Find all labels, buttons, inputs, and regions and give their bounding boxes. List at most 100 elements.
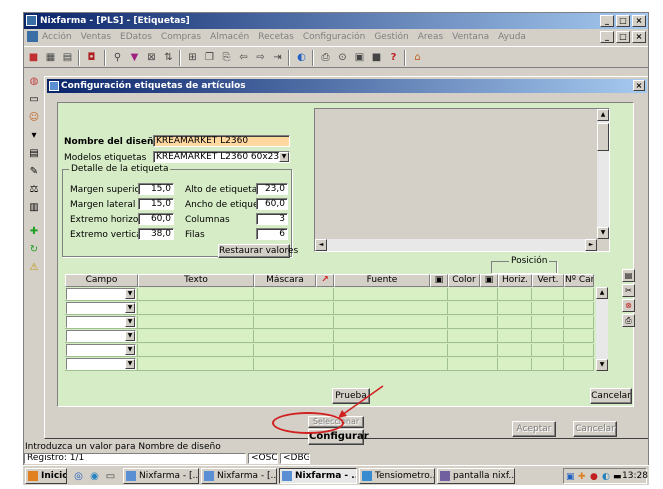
grid-cell[interactable]: [254, 344, 334, 357]
mdi-maximize-button[interactable]: □: [616, 31, 630, 43]
pharmacy-icon[interactable]: ⌂: [410, 50, 425, 65]
alert-icon[interactable]: ●: [590, 470, 598, 484]
grid-cell[interactable]: [334, 288, 448, 301]
task-nixfarma-3[interactable]: Nixfarma - ...: [279, 468, 357, 484]
grid-cell[interactable]: [498, 358, 532, 371]
menu-areas[interactable]: Areas: [418, 29, 443, 45]
grid-cell[interactable]: [532, 316, 564, 329]
calculator-icon[interactable]: ▣: [352, 50, 367, 65]
grid-cell[interactable]: [564, 344, 594, 357]
label-width-input[interactable]: 60,0: [256, 198, 288, 210]
task-pantalla[interactable]: pantalla nixf...: [437, 468, 515, 484]
chevron-down-icon[interactable]: ▼: [125, 359, 135, 369]
grid-cell[interactable]: [532, 344, 564, 357]
menu-configuracion[interactable]: Configuración: [303, 29, 365, 45]
grid-cell[interactable]: [448, 358, 498, 371]
grid-cell[interactable]: [254, 302, 334, 315]
clear-icon[interactable]: ⊠: [144, 50, 159, 65]
grid-cell[interactable]: [138, 316, 254, 329]
grid-cell[interactable]: ▼: [65, 330, 138, 343]
grid-cell[interactable]: ▼: [65, 288, 138, 301]
arrow-left-icon[interactable]: ⇦: [236, 50, 251, 65]
grid-cell[interactable]: ▼: [65, 302, 138, 315]
field-select[interactable]: ▼: [66, 316, 136, 328]
grid-cell[interactable]: [498, 316, 532, 329]
stop-square-icon[interactable]: ■: [369, 50, 384, 65]
print-icon[interactable]: ⎙: [622, 314, 635, 327]
close-button[interactable]: ×: [632, 15, 646, 27]
grid-cell[interactable]: [138, 288, 254, 301]
grid-cell[interactable]: [498, 302, 532, 315]
grid-cell[interactable]: [532, 302, 564, 315]
menu-edatos[interactable]: EDatos: [120, 29, 152, 45]
grid-cell[interactable]: [334, 316, 448, 329]
maximize-button[interactable]: □: [616, 15, 630, 27]
cancel-inner-button[interactable]: Cancelar: [590, 388, 632, 404]
margin-side-input[interactable]: 15,0: [138, 198, 174, 210]
minimize-button[interactable]: _: [600, 15, 614, 27]
scroll-up-icon[interactable]: ▲: [596, 287, 608, 299]
browser-icon[interactable]: ◎: [71, 469, 86, 484]
grid-cell[interactable]: [448, 344, 498, 357]
restore-values-button[interactable]: Restaurar valores: [218, 244, 298, 258]
field-select[interactable]: ▼: [66, 302, 136, 314]
delete-icon[interactable]: ⊗: [622, 299, 635, 312]
font-picker-icon[interactable]: ▣: [430, 274, 448, 287]
dialog-close-button[interactable]: ×: [633, 80, 645, 91]
refresh-icon[interactable]: ◐: [294, 50, 309, 65]
sort-icon[interactable]: ⇅: [161, 50, 176, 65]
monitor-icon[interactable]: ▬: [613, 470, 622, 484]
menu-gestion[interactable]: Gestión: [374, 29, 408, 45]
grid-cell[interactable]: [334, 344, 448, 357]
scroll-up-icon[interactable]: ▲: [597, 109, 609, 121]
grid-cell[interactable]: [448, 316, 498, 329]
paste-icon[interactable]: ⎘: [219, 50, 234, 65]
grid-cell[interactable]: ▼: [65, 316, 138, 329]
grid-cell[interactable]: [564, 302, 594, 315]
start-button[interactable]: Inicio: [25, 468, 67, 484]
grid-cell[interactable]: [138, 358, 254, 371]
media-icon[interactable]: ◉: [87, 469, 102, 484]
menu-ventana[interactable]: Ventana: [452, 29, 489, 45]
grid-cell[interactable]: ▼: [65, 344, 138, 357]
menu-ventas[interactable]: Ventas: [81, 29, 111, 45]
models-select[interactable]: KREAMARKET L2360 60x23 mm: [153, 151, 290, 163]
mask-edit-icon[interactable]: ↗: [316, 274, 334, 287]
color-picker-icon[interactable]: ▣: [480, 274, 498, 287]
grid-icon[interactable]: ▦: [43, 50, 58, 65]
chevron-down-icon[interactable]: ▼: [279, 152, 289, 162]
grid-cell[interactable]: [564, 316, 594, 329]
grid-cell[interactable]: [334, 330, 448, 343]
ledger-icon[interactable]: ▥: [27, 201, 41, 215]
grid-cell[interactable]: [532, 330, 564, 343]
grid-cell[interactable]: [498, 330, 532, 343]
preview-vscroll[interactable]: ▲ ▼: [597, 109, 609, 239]
grid-cell[interactable]: ▼: [65, 358, 138, 371]
window-icon[interactable]: ▭: [27, 93, 41, 107]
copy-icon[interactable]: ❐: [202, 50, 217, 65]
extreme-h-input[interactable]: 60,0: [138, 213, 174, 225]
filter-icon[interactable]: ▼: [127, 50, 142, 65]
grid-cell[interactable]: [254, 316, 334, 329]
scroll-down-icon[interactable]: ▼: [596, 359, 608, 371]
scroll-left-icon[interactable]: ◄: [315, 239, 327, 251]
insert-icon[interactable]: ⊞: [185, 50, 200, 65]
grid-cell[interactable]: [254, 358, 334, 371]
tray-app-icon[interactable]: ✚: [578, 470, 586, 484]
field-select[interactable]: ▼: [66, 358, 136, 370]
network-icon[interactable]: ▣: [566, 470, 575, 484]
extreme-v-input[interactable]: 38,0: [138, 228, 174, 240]
mdi-minimize-button[interactable]: _: [600, 31, 614, 43]
tools-icon[interactable]: ✂: [622, 284, 635, 297]
pencil-icon[interactable]: ✎: [27, 165, 41, 179]
stop-icon[interactable]: ◘: [84, 50, 99, 65]
menu-recetas[interactable]: Recetas: [258, 29, 294, 45]
task-tensiometro[interactable]: Tensiometro...: [359, 468, 435, 484]
field-select[interactable]: ▼: [66, 344, 136, 356]
grid-cell[interactable]: [564, 330, 594, 343]
scroll-down-icon[interactable]: ▼: [597, 227, 609, 239]
menu-almacen[interactable]: Almacén: [210, 29, 249, 45]
pills-icon[interactable]: ◍: [27, 75, 41, 89]
grid-cell[interactable]: [532, 288, 564, 301]
task-nixfarma-2[interactable]: Nixfarma - [...: [201, 468, 277, 484]
